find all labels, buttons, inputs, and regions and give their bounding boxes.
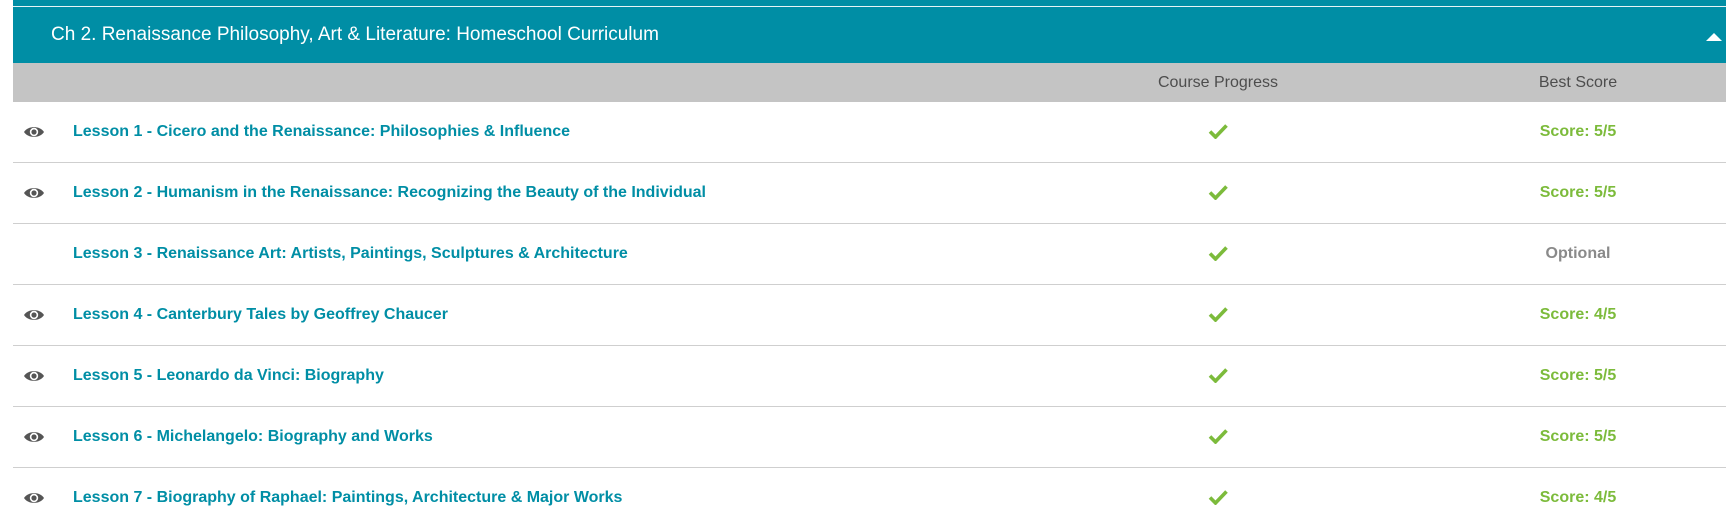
column-header-bar: Course Progress Best Score (13, 63, 1726, 102)
top-divider (13, 0, 1726, 7)
lesson-row: Lesson 7 - Biography of Raphael: Paintin… (13, 468, 1726, 529)
triangle-up-icon[interactable] (1702, 29, 1726, 43)
chapter-title: Ch 2. Renaissance Philosophy, Art & Lite… (51, 24, 659, 45)
lesson-score: Score: 5/5 (1539, 428, 1617, 445)
lesson-link[interactable]: Lesson 3 - Renaissance Art: Artists, Pai… (73, 224, 628, 284)
eye-icon (24, 188, 44, 198)
eye-icon (24, 127, 44, 137)
checkmark-icon (1208, 429, 1228, 444)
lesson-link[interactable]: Lesson 7 - Biography of Raphael: Paintin… (73, 468, 622, 528)
eye-icon (24, 432, 44, 442)
lesson-score: Score: 5/5 (1539, 184, 1617, 201)
course-progress-header: Course Progress (1157, 74, 1279, 91)
lesson-row: Lesson 5 - Leonardo da Vinci: Biography … (13, 346, 1726, 407)
checkmark-icon (1208, 307, 1228, 322)
lesson-score: Score: 4/5 (1539, 489, 1617, 506)
lesson-row: Lesson 1 - Cicero and the Renaissance: P… (13, 102, 1726, 163)
eye-icon (24, 371, 44, 381)
lesson-link[interactable]: Lesson 2 - Humanism in the Renaissance: … (73, 163, 706, 223)
lesson-score: Score: 4/5 (1539, 306, 1617, 323)
best-score-header: Best Score (1538, 74, 1618, 91)
lesson-score: Optional (1545, 245, 1611, 262)
lesson-link[interactable]: Lesson 4 - Canterbury Tales by Geoffrey … (73, 285, 448, 345)
lesson-row: Lesson 4 - Canterbury Tales by Geoffrey … (13, 285, 1726, 346)
lesson-score: Score: 5/5 (1539, 367, 1617, 384)
lesson-link[interactable]: Lesson 5 - Leonardo da Vinci: Biography (73, 346, 384, 406)
checkmark-icon (1208, 185, 1228, 200)
eye-icon (24, 493, 44, 503)
chapter-header[interactable]: Ch 2. Renaissance Philosophy, Art & Lite… (13, 7, 1726, 63)
lesson-list: Lesson 1 - Cicero and the Renaissance: P… (13, 102, 1726, 529)
lesson-link[interactable]: Lesson 1 - Cicero and the Renaissance: P… (73, 102, 570, 162)
checkmark-icon (1208, 490, 1228, 505)
lesson-score: Score: 5/5 (1539, 123, 1617, 140)
checkmark-icon (1208, 124, 1228, 139)
lesson-row: Lesson 6 - Michelangelo: Biography and W… (13, 407, 1726, 468)
checkmark-icon (1208, 246, 1228, 261)
lesson-row: Lesson 2 - Humanism in the Renaissance: … (13, 163, 1726, 224)
eye-icon (24, 310, 44, 320)
lesson-link[interactable]: Lesson 6 - Michelangelo: Biography and W… (73, 407, 433, 467)
checkmark-icon (1208, 368, 1228, 383)
lesson-row: Lesson 3 - Renaissance Art: Artists, Pai… (13, 224, 1726, 285)
